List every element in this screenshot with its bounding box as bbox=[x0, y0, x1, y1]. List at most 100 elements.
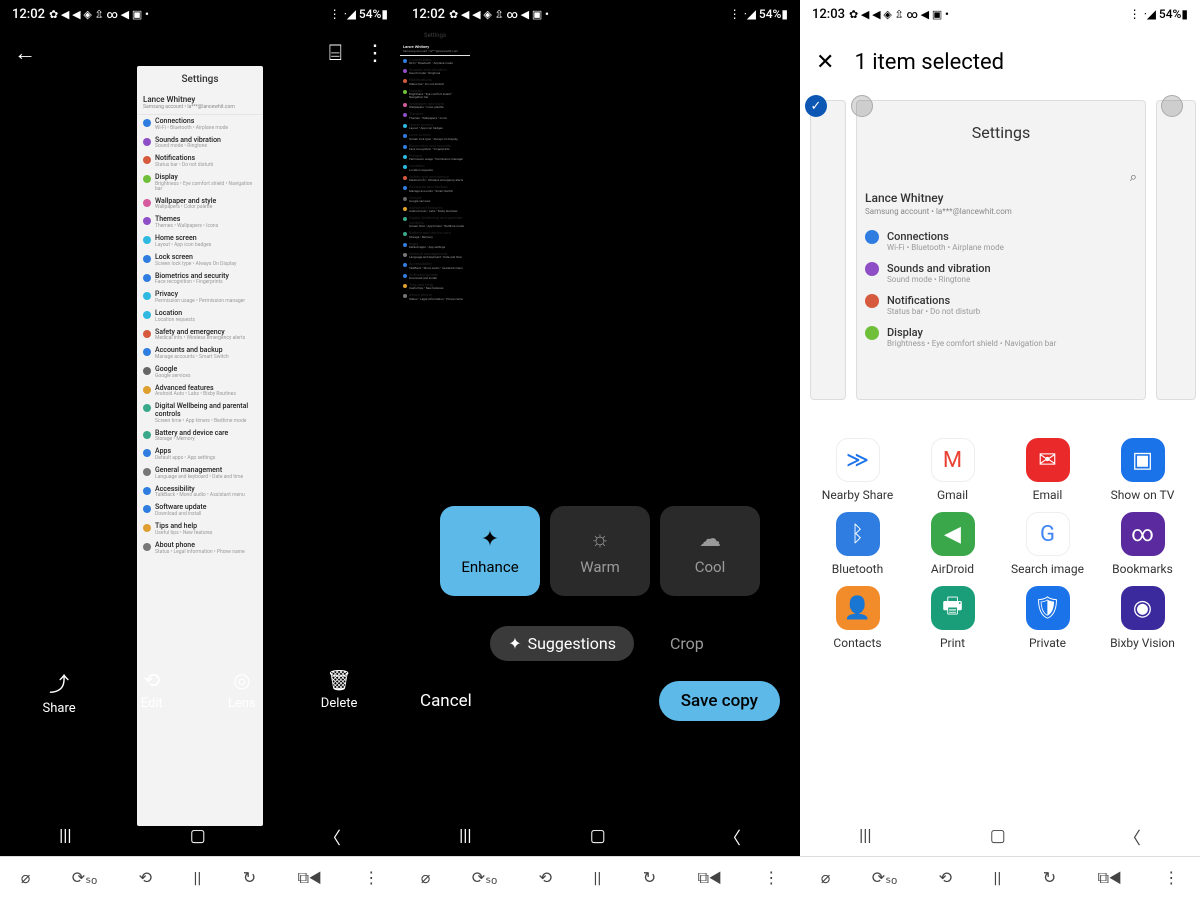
share-target-airdroid[interactable]: ◀AirDroid bbox=[905, 512, 1000, 576]
suggestions-tab[interactable]: ✦Suggestions bbox=[490, 626, 634, 661]
edit-button[interactable]: ⟲Edit bbox=[141, 668, 163, 716]
save-copy-button[interactable]: Save copy bbox=[659, 681, 780, 721]
settings-row: Biometrics and securityFace recognition … bbox=[400, 142, 470, 152]
tool-icon[interactable]: ⧉◀ bbox=[1098, 868, 1122, 888]
tool-icon[interactable]: || bbox=[594, 868, 602, 887]
close-icon[interactable]: ✕ bbox=[816, 50, 834, 75]
share-target-bluetooth[interactable]: ᛒBluetooth bbox=[810, 512, 905, 576]
home-button[interactable]: ▢ bbox=[990, 826, 1006, 846]
tool-row: ⌀ ⟳ₛₒ ⟲ || ↻ ⧉◀ ⋮ bbox=[800, 856, 1200, 898]
settings-row: AppsDefault apps • App settings bbox=[137, 445, 263, 464]
back-button[interactable]: 〈 bbox=[724, 824, 741, 849]
tool-icon[interactable]: ↻ bbox=[643, 868, 656, 887]
tool-icon[interactable]: ⋮ bbox=[763, 868, 779, 887]
share-target-show-on-tv[interactable]: ▣Show on TV bbox=[1095, 438, 1190, 502]
share-target-search-image[interactable]: GSearch image bbox=[1000, 512, 1095, 576]
settings-row: ConnectionsWi-Fi • Bluetooth • Airplane … bbox=[137, 115, 263, 134]
tool-icon[interactable]: ⌀ bbox=[421, 868, 431, 887]
crop-tab[interactable]: Crop bbox=[664, 626, 710, 661]
tool-icon[interactable]: ⧉◀ bbox=[298, 868, 322, 888]
tool-icon[interactable]: ⋮ bbox=[1163, 868, 1179, 887]
tool-icon[interactable]: ↻ bbox=[243, 868, 256, 887]
warm-effect-button[interactable]: ☼Warm bbox=[550, 506, 650, 596]
settings-row: GoogleGoogle services bbox=[400, 194, 470, 204]
settings-row: Home screenLayout • App icon badges bbox=[400, 121, 470, 131]
recents-button[interactable]: ||| bbox=[859, 826, 871, 846]
back-icon[interactable]: ← bbox=[14, 40, 36, 66]
selection-count: 1 item selected bbox=[854, 50, 1004, 75]
recents-button[interactable]: ||| bbox=[59, 826, 71, 846]
settings-row: AccessibilityTalkBack • Mono audio • Ass… bbox=[137, 483, 263, 502]
tool-icon[interactable]: ⟲ bbox=[939, 868, 952, 887]
search-icon: ⌕ bbox=[865, 170, 1137, 185]
share-target-email[interactable]: ✉Email bbox=[1000, 438, 1095, 502]
tool-icon[interactable]: || bbox=[994, 868, 1002, 887]
status-time: 12:02 bbox=[12, 7, 45, 22]
check-icon[interactable] bbox=[1161, 95, 1183, 117]
thumbnail-partial[interactable] bbox=[1156, 100, 1196, 400]
settings-row: Safety and emergencyMedical info • Wirel… bbox=[137, 326, 263, 345]
settings-row: Accounts and backupManage accounts • Sma… bbox=[400, 184, 470, 194]
settings-row: PrivacyPermission usage • Permission man… bbox=[137, 288, 263, 307]
tool-icon[interactable]: ↻ bbox=[1043, 868, 1056, 887]
settings-row: Battery and device careStorage • Memory bbox=[400, 230, 470, 240]
lens-button[interactable]: ◎Lens bbox=[228, 668, 256, 716]
tool-icon[interactable]: ⋮ bbox=[363, 868, 379, 887]
recents-button[interactable]: ||| bbox=[459, 826, 471, 846]
editor-image-preview[interactable]: Settings Lance WhitneySamsung account • … bbox=[400, 28, 470, 498]
share-target-gmail[interactable]: MGmail bbox=[905, 438, 1000, 502]
selected-thumbnails: ✓ Settings ⌕ Lance Whitney Samsung accou… bbox=[800, 90, 1200, 420]
settings-row: General managementLanguage and keyboard … bbox=[400, 250, 470, 260]
status-time: 12:02 bbox=[412, 7, 445, 22]
status-icons: ✿ ◀ ◀ ◈ ⇫ ∞ ◀ ▣ • bbox=[49, 8, 149, 21]
settings-row: Safety and emergencyMedical info • Wirel… bbox=[400, 173, 470, 183]
share-target-print[interactable]: 🖶Print bbox=[905, 586, 1000, 650]
share-targets-grid: ≫Nearby ShareMGmail✉Email▣Show on TV ᛒBlu… bbox=[800, 420, 1200, 650]
settings-row: About phoneStatus • Legal information • … bbox=[137, 539, 263, 558]
cool-effect-button[interactable]: ☁Cool bbox=[660, 506, 760, 596]
settings-row: Digital Wellbeing and parental controlsS… bbox=[400, 215, 470, 230]
check-icon[interactable] bbox=[851, 95, 873, 117]
tool-icon[interactable]: ⟳ₛₒ bbox=[872, 868, 897, 888]
share-target-bixby-vision[interactable]: ◉Bixby Vision bbox=[1095, 586, 1190, 650]
settings-row: About phoneStatus • Legal information • … bbox=[400, 292, 470, 302]
status-time: 12:03 bbox=[812, 7, 845, 22]
tool-icon[interactable]: ⟳ₛₒ bbox=[472, 868, 497, 888]
back-button[interactable]: 〈 bbox=[1124, 824, 1141, 849]
settings-row: Software updateDownload and install bbox=[137, 501, 263, 520]
tool-icon[interactable]: ⌀ bbox=[821, 868, 831, 887]
more-icon[interactable]: ⋮ bbox=[364, 41, 386, 66]
tool-icon[interactable]: ⟲ bbox=[139, 868, 152, 887]
tool-icon[interactable]: || bbox=[194, 868, 202, 887]
delete-button[interactable]: 🗑Delete bbox=[321, 668, 358, 716]
share-target-bookmarks[interactable]: ∞Bookmarks bbox=[1095, 512, 1190, 576]
home-button[interactable]: ▢ bbox=[590, 826, 606, 846]
thumbnail-selected[interactable]: ✓ bbox=[810, 100, 846, 400]
share-target-private[interactable]: 🛡Private bbox=[1000, 586, 1095, 650]
status-bar: 12:03 ✿ ◀ ◀ ◈ ⇫ ∞ ◀ ▣ • ⋮ ᐧ◢ 54%▮ bbox=[800, 0, 1200, 28]
cast-icon[interactable]: ⌸ bbox=[329, 41, 342, 66]
settings-row: ThemesThemes • Wallpapers • Icons bbox=[137, 213, 263, 232]
tool-icon[interactable]: ⌀ bbox=[21, 868, 31, 887]
enhance-effect-button[interactable]: ✦Enhance bbox=[440, 506, 540, 596]
settings-row: Home screenLayout • App icon badges bbox=[137, 232, 263, 251]
tool-row: ⌀ ⟳ₛₒ ⟲ || ↻ ⧉◀ ⋮ bbox=[400, 856, 800, 898]
settings-row: Advanced featuresAndroid Auto • Labs • B… bbox=[137, 382, 263, 401]
gallery-bottom-actions: ⤴Share ⟲Edit ◎Lens 🗑Delete bbox=[0, 668, 400, 716]
settings-row: DisplayBrightness • Eye comfort shield •… bbox=[400, 87, 470, 100]
home-button[interactable]: ▢ bbox=[190, 826, 206, 846]
back-button[interactable]: 〈 bbox=[324, 824, 341, 849]
tool-icon[interactable]: ⟳ₛₒ bbox=[72, 868, 97, 888]
editor-tabs: ✦Suggestions Crop bbox=[400, 626, 800, 661]
check-icon[interactable]: ✓ bbox=[805, 95, 827, 117]
settings-row: Lock screenScreen lock type • Always On … bbox=[137, 251, 263, 270]
share-button[interactable]: ⤴Share bbox=[43, 668, 76, 716]
cancel-button[interactable]: Cancel bbox=[420, 691, 472, 711]
tool-icon[interactable]: ⟲ bbox=[539, 868, 552, 887]
share-target-contacts[interactable]: 👤Contacts bbox=[810, 586, 905, 650]
tool-icon[interactable]: ⧉◀ bbox=[698, 868, 722, 888]
settings-row: Wallpaper and styleWallpapers • Color pa… bbox=[400, 101, 470, 111]
settings-row: PrivacyPermission usage • Permission man… bbox=[400, 153, 470, 163]
thumbnail-unselected[interactable]: Settings ⌕ Lance Whitney Samsung account… bbox=[856, 100, 1146, 400]
share-target-nearby-share[interactable]: ≫Nearby Share bbox=[810, 438, 905, 502]
